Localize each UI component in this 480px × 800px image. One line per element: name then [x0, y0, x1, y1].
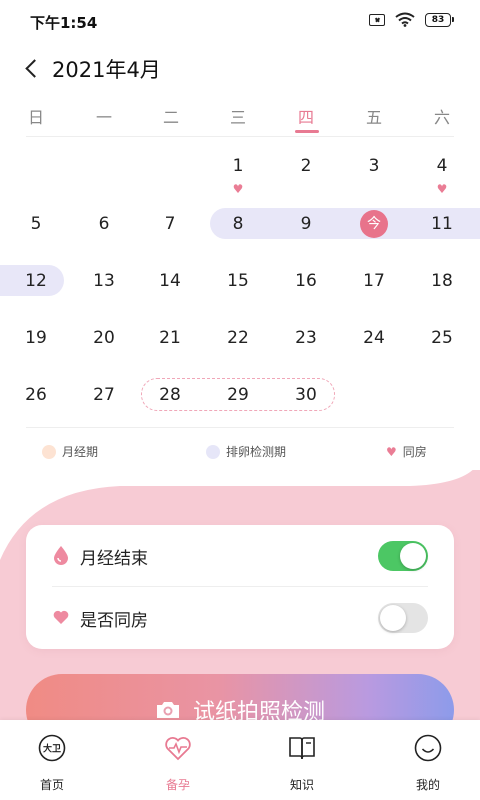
heartbeat-icon — [165, 737, 191, 761]
setting-row-intercourse: 是否同房 — [26, 587, 454, 649]
status-bar: 下午1:54 83 — [0, 0, 480, 40]
blood-drop-icon — [54, 546, 68, 565]
home-logo-text: 大卫 — [43, 743, 61, 755]
heart-icon: ♥ — [386, 444, 397, 459]
calendar-day[interactable]: 22 — [216, 322, 260, 354]
nav-knowledge[interactable]: 知识 — [262, 730, 342, 794]
no-sim-icon — [369, 13, 385, 26]
status-icons: 83 — [369, 12, 454, 27]
calendar-day[interactable]: 18 — [420, 265, 464, 297]
period-end-toggle[interactable] — [378, 541, 428, 571]
calendar-day[interactable]: 16 — [284, 265, 328, 297]
calendar-day[interactable]: 6 — [82, 208, 126, 240]
smiley-icon — [414, 734, 442, 762]
calendar-day[interactable]: 8 — [216, 208, 260, 240]
weekday-sat: 六 — [433, 108, 450, 127]
weekday-tue: 二 — [162, 108, 179, 127]
calendar-day[interactable]: 19 — [14, 322, 58, 354]
calendar-day[interactable]: 29 — [216, 379, 260, 411]
calendar-day[interactable]: 15 — [216, 265, 260, 297]
status-time: 下午1:54 — [30, 14, 98, 32]
weekday-fri: 五 — [365, 108, 382, 127]
heart-icon — [53, 610, 69, 624]
calendar-day[interactable]: 25 — [420, 322, 464, 354]
nav-knowledge-label: 知识 — [289, 778, 314, 792]
ovulation-dot-icon — [206, 444, 220, 459]
legend-intercourse: ♥ 同房 — [386, 443, 427, 460]
calendar-day[interactable]: 20 — [82, 322, 126, 354]
intercourse-heart-icon: ♥ — [436, 182, 448, 196]
weekday-divider — [26, 136, 454, 137]
calendar-day[interactable]: 3 — [352, 150, 396, 182]
setting-row-period-end: 月经结束 — [26, 525, 454, 587]
toggle-knob — [400, 543, 426, 569]
legend-ovulation-label: 排卵检测期 — [226, 445, 287, 459]
weekday-row: 日 一 二 三 四 五 六 — [0, 104, 480, 128]
today-marker[interactable]: 今 — [360, 210, 388, 238]
nav-mine-label: 我的 — [415, 778, 440, 792]
calendar-day[interactable]: 1 — [216, 150, 260, 182]
nav-prepare-pregnancy[interactable]: 备孕 — [138, 730, 218, 794]
calendar-day[interactable]: 28 — [148, 379, 192, 411]
weekday-sun: 日 — [27, 108, 44, 127]
calendar-day[interactable]: 27 — [82, 379, 126, 411]
battery-level: 83 — [425, 12, 451, 27]
legend-divider — [26, 427, 454, 428]
back-arrow-icon[interactable] — [18, 52, 48, 84]
calendar-day[interactable]: 30 — [284, 379, 328, 411]
active-weekday-indicator — [295, 130, 319, 133]
legend-period-label: 月经期 — [62, 445, 99, 459]
calendar-day[interactable]: 2 — [284, 150, 328, 182]
header: 2021年4月 — [0, 48, 480, 88]
camera-icon — [156, 702, 179, 718]
nav-home[interactable]: 大卫 首页 — [12, 730, 92, 794]
nav-home-label: 首页 — [39, 778, 64, 792]
home-logo-icon: 大卫 — [38, 734, 66, 762]
bottom-nav: 大卫 首页 备孕 知识 我的 — [0, 720, 480, 800]
calendar-day[interactable]: 17 — [352, 265, 396, 297]
weekday-wed: 三 — [229, 108, 246, 127]
book-icon — [289, 737, 315, 760]
calendar-day[interactable]: 12 — [14, 265, 58, 297]
calendar-day[interactable]: 11 — [420, 208, 464, 240]
weekday-thu: 四 — [297, 108, 314, 127]
legend-period: 月经期 — [42, 443, 98, 460]
legend-intercourse-label: 同房 — [402, 445, 427, 459]
period-dot-icon — [42, 444, 56, 459]
calendar-legend: 月经期 排卵检测期 ♥ 同房 — [0, 440, 480, 462]
calendar-day[interactable]: 14 — [148, 265, 192, 297]
calendar-day[interactable]: 7 — [148, 208, 192, 240]
calendar-day[interactable]: 9 — [284, 208, 328, 240]
calendar-day[interactable]: 24 — [352, 322, 396, 354]
intercourse-label: 是否同房 — [80, 611, 148, 631]
calendar-day[interactable]: 21 — [148, 322, 192, 354]
month-title[interactable]: 2021年4月 — [52, 54, 161, 84]
legend-ovulation: 排卵检测期 — [206, 443, 286, 460]
toggle-knob — [380, 605, 406, 631]
intercourse-heart-icon: ♥ — [232, 182, 244, 196]
calendar-day[interactable]: 4 — [420, 150, 464, 182]
calendar-day[interactable]: 26 — [14, 379, 58, 411]
calendar-day[interactable]: 23 — [284, 322, 328, 354]
calendar-day[interactable]: 5 — [14, 208, 58, 240]
intercourse-toggle[interactable] — [378, 603, 428, 633]
calendar-day[interactable]: 13 — [82, 265, 126, 297]
period-end-label: 月经结束 — [80, 549, 148, 569]
nav-mine[interactable]: 我的 — [388, 730, 468, 794]
weekday-mon: 一 — [95, 108, 112, 127]
wifi-icon — [395, 12, 415, 27]
settings-card: 月经结束 是否同房 — [26, 525, 454, 649]
battery-icon: 83 — [425, 12, 454, 27]
nav-prepare-label: 备孕 — [165, 778, 190, 792]
